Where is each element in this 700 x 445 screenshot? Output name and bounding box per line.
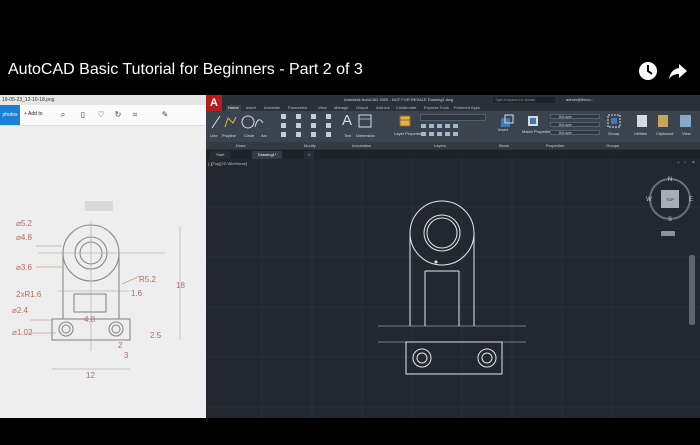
- photos-button[interactable]: photos: [0, 105, 20, 125]
- panel-properties[interactable]: Properties: [546, 142, 564, 149]
- lineweight-dropdown[interactable]: ByLayer: [550, 130, 600, 135]
- circle-tool[interactable]: Circle: [244, 133, 254, 138]
- clipboard-tool[interactable]: Clipboard: [656, 131, 673, 136]
- dim-label: 2xR1.6: [16, 290, 42, 299]
- dim-label: 4.8: [84, 315, 96, 324]
- match-properties-icon[interactable]: [526, 114, 540, 128]
- match-properties-tool[interactable]: Match Properties: [522, 129, 552, 134]
- layer-properties-tool[interactable]: Layer Properties: [394, 131, 423, 136]
- panel-label-bar: [206, 142, 700, 149]
- group-tool[interactable]: Group: [608, 131, 619, 136]
- dim-label: ⌀4.8: [16, 233, 32, 242]
- viewcube-face-label: TOP: [666, 197, 674, 202]
- dimension-tool-icon[interactable]: [358, 114, 372, 128]
- layer-dropdown[interactable]: [420, 114, 486, 121]
- dim-label: 1.6: [131, 289, 143, 298]
- dim-label: ⌀1.02: [12, 328, 33, 337]
- insert-tool[interactable]: Insert: [498, 127, 508, 132]
- draw-tool-icons[interactable]: [210, 113, 264, 131]
- panel-groups[interactable]: Groups: [606, 142, 619, 149]
- dim-label: ⌀5.2: [16, 219, 32, 228]
- layer-properties-icon[interactable]: [398, 114, 412, 128]
- utilities-tool[interactable]: Utilities: [634, 131, 647, 136]
- autocad-search-input[interactable]: Type a keyword or phrase: [493, 97, 555, 103]
- document-tabs: Start Drawing1* +: [206, 150, 700, 159]
- viewer-toolbar: photos + Add to ⌕ ▯ ♡ ↻ ⌗ ✎: [0, 105, 206, 126]
- photo-viewer: 19-05-23_12-10-18.png photos + Add to ⌕ …: [0, 95, 206, 418]
- dim-label: 12: [86, 371, 95, 380]
- crop-icon[interactable]: ⌗: [130, 110, 140, 120]
- new-tab-button[interactable]: +: [304, 151, 315, 159]
- viewcube-west-label: W: [646, 197, 652, 203]
- dim-label: 3: [124, 351, 129, 360]
- arc-tool[interactable]: Arc: [261, 133, 267, 138]
- tab-drawing1[interactable]: Drawing1*: [252, 151, 283, 159]
- modify-tool-icons[interactable]: [280, 113, 338, 140]
- dim-label: ⌀2.4: [12, 306, 28, 315]
- share-arrow-icon[interactable]: [667, 60, 689, 82]
- autocad-window: Autodesk AutoCAD 2020 - NOT FOR RESALE D…: [206, 95, 700, 418]
- panel-layers[interactable]: Layers: [434, 142, 446, 149]
- video-title: AutoCAD Basic Tutorial for Beginners - P…: [8, 61, 363, 78]
- viewcube-south-label: S: [668, 217, 672, 223]
- dim-label: 18: [176, 281, 185, 290]
- group-icon[interactable]: [607, 114, 621, 128]
- wcs-menu-button[interactable]: [661, 231, 675, 236]
- autocad-title: Autodesk AutoCAD 2020 - NOT FOR RESALE D…: [344, 97, 454, 102]
- drawing-canvas[interactable]: [206, 159, 700, 418]
- video-frame[interactable]: 19-05-23_12-10-18.png photos + Add to ⌕ …: [0, 95, 700, 418]
- rotate-icon[interactable]: ↻: [113, 110, 123, 120]
- layer-tool-icons[interactable]: [420, 123, 484, 139]
- video-bottom-bar: [0, 418, 700, 445]
- panel-annotation[interactable]: Annotation: [352, 142, 371, 149]
- linetype-dropdown[interactable]: ByLayer: [550, 122, 600, 127]
- panel-modify[interactable]: Modify: [304, 142, 316, 149]
- autocad-titlebar: Autodesk AutoCAD 2020 - NOT FOR RESALE D…: [206, 95, 700, 105]
- heart-icon[interactable]: ♡: [96, 110, 106, 120]
- polyline-tool[interactable]: Polyline: [222, 133, 236, 138]
- color-dropdown[interactable]: ByLayer: [550, 114, 600, 119]
- view-tool[interactable]: View: [682, 131, 691, 136]
- vertical-scrollbar[interactable]: [689, 255, 695, 325]
- viewer-filename: 19-05-23_12-10-18.png: [2, 97, 55, 103]
- viewcube-north-label: N: [668, 177, 672, 183]
- clock-icon[interactable]: [637, 60, 659, 82]
- trash-icon[interactable]: ▯: [78, 110, 88, 120]
- add-to-button[interactable]: + Add to: [24, 111, 43, 117]
- viewcube[interactable]: TOP N S E W: [646, 175, 694, 223]
- panel-draw[interactable]: Draw: [236, 142, 245, 149]
- dim-label: R5.2: [139, 275, 156, 284]
- ribbon: Line Polyline Circle Arc A Text Dimensio…: [206, 111, 700, 150]
- user-account[interactable]: admin@theco...: [566, 97, 594, 102]
- insert-block-icon[interactable]: [500, 114, 514, 128]
- tab-start[interactable]: Start: [210, 151, 231, 159]
- dim-label: 2: [118, 341, 123, 350]
- viewer-titlebar: 19-05-23_12-10-18.png: [0, 95, 206, 105]
- edit-icon[interactable]: ✎: [160, 110, 170, 120]
- panel-block[interactable]: Block: [499, 142, 509, 149]
- dim-label: 2.5: [150, 331, 162, 340]
- text-tool[interactable]: Text: [344, 133, 351, 138]
- viewcube-east-label: E: [689, 197, 693, 203]
- autocad-logo[interactable]: A: [206, 95, 222, 111]
- line-tool[interactable]: Line: [210, 133, 218, 138]
- zoom-in-icon[interactable]: ⌕: [58, 110, 68, 120]
- reference-drawing-photo: ⌀5.2 ⌀4.8 ⌀3.6 R5.2 1.6 2xR1.6 ⌀2.4 ⌀1.0…: [0, 126, 206, 418]
- dim-label: ⌀3.6: [16, 263, 32, 272]
- text-tool-icon[interactable]: A: [342, 112, 352, 129]
- dimension-tool[interactable]: Dimension: [356, 133, 375, 138]
- utility-icons[interactable]: [636, 114, 696, 128]
